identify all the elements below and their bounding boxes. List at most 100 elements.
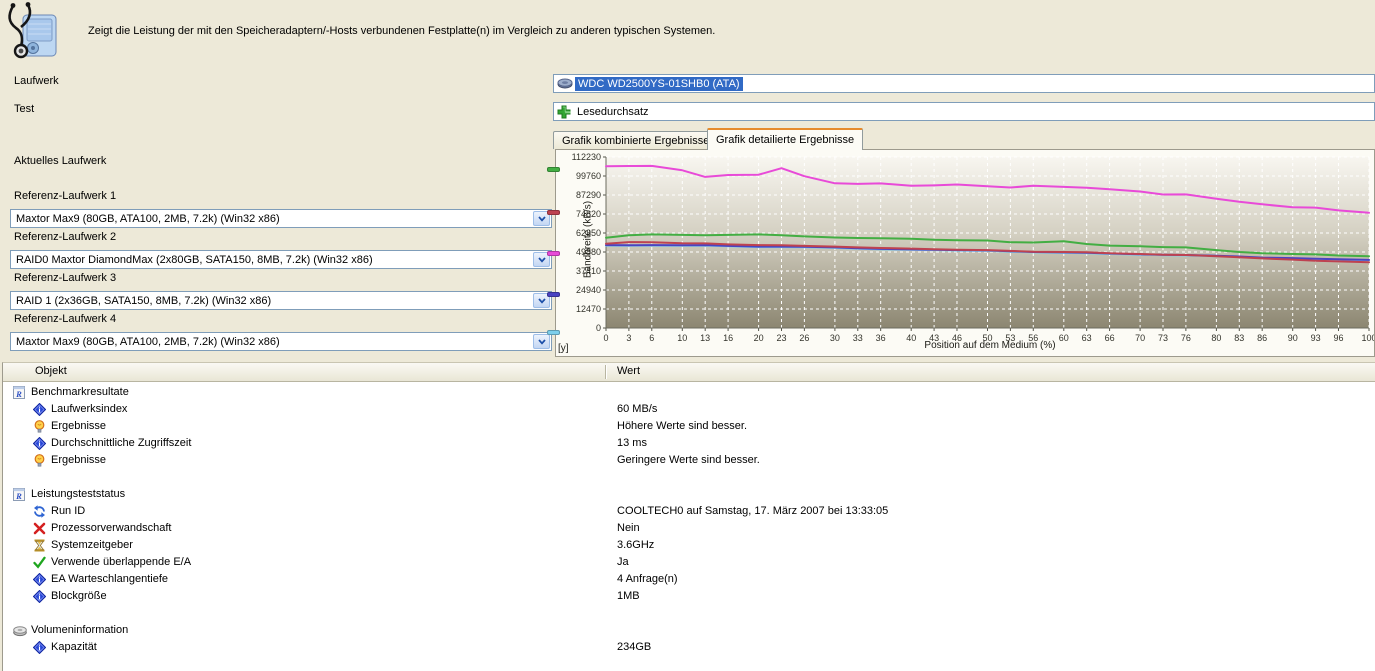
benchmark-icon: R (13, 488, 26, 501)
row-value: 234GB (617, 639, 651, 656)
referenz-4-combobox[interactable]: Maxtor Max9 (80GB, ATA100, 2MB, 7.2k) (W… (10, 332, 552, 351)
info-icon: i (33, 590, 46, 603)
hard-disk-icon (557, 77, 573, 90)
bulb-icon (33, 420, 46, 433)
table-row[interactable]: ErgebnisseHöhere Werte sind besser. (3, 418, 1375, 435)
referenz-2-value[interactable]: RAID0 Maxtor DiamondMax (2x80GB, SATA150… (14, 253, 375, 267)
referenz-3-combobox[interactable]: RAID 1 (2x36GB, SATA150, 8MB, 7.2k) (Win… (10, 291, 552, 310)
referenz-4-value[interactable]: Maxtor Max9 (80GB, ATA100, 2MB, 7.2k) (W… (14, 335, 282, 349)
results-table: Objekt Wert R Benchmarkresultate i Laufwerk… (2, 362, 1375, 671)
svg-text:93: 93 (1311, 333, 1321, 343)
row-label: Systemzeitgeber (51, 537, 133, 554)
x-axis-title: Position auf dem Medium (%) (760, 340, 1220, 351)
row-value: 60 MB/s (617, 401, 657, 418)
column-header-wert[interactable]: Wert (617, 365, 640, 377)
row-value: 4 Anfrage(n) (617, 571, 678, 588)
svg-text:R: R (15, 491, 22, 501)
row-value: Nein (617, 520, 640, 537)
table-row[interactable]: iEA Warteschlangentiefe4 Anfrage(n) (3, 571, 1375, 588)
row-value: 1MB (617, 588, 640, 605)
benchmark-icon: R (13, 386, 26, 399)
table-row[interactable]: i Durchschnittliche Zugriffszeit 13 ms (3, 435, 1375, 452)
hourglass-icon (33, 539, 46, 552)
svg-text:0: 0 (596, 323, 601, 333)
svg-text:16: 16 (723, 333, 733, 343)
throughput-chart-panel: 0124702494037410498806235074820872909976… (555, 149, 1375, 357)
test-combobox[interactable]: Lesedurchsatz (553, 102, 1375, 121)
column-header-objekt[interactable]: Objekt (35, 365, 67, 377)
row-label: Run ID (51, 503, 85, 520)
test-selected-value[interactable]: Lesedurchsatz (575, 105, 651, 119)
svg-text:90: 90 (1288, 333, 1298, 343)
y-axis-title: Bandbreite (kB/s) (583, 160, 594, 320)
table-spacer-row (3, 469, 1375, 486)
chart-legend (547, 149, 561, 355)
legend-marker-series-5 (547, 330, 560, 335)
row-label: Prozessorverwandschaft (51, 520, 171, 537)
svg-text:83: 83 (1234, 333, 1244, 343)
module-description: Zeigt die Leistung der mit den Speichera… (88, 25, 715, 37)
table-row[interactable]: iKapazität234GB (3, 639, 1375, 656)
row-label: Kapazität (51, 639, 97, 656)
throughput-chart: 0124702494037410498806235074820872909976… (556, 150, 1374, 356)
referenz-2-combobox[interactable]: RAID0 Maxtor DiamondMax (2x80GB, SATA150… (10, 250, 552, 269)
laufwerk-combobox[interactable]: WDC WD2500YS-01SHB0 (ATA) (553, 74, 1375, 93)
legend-marker-series-2 (547, 210, 560, 215)
row-label: Volumeninformation (31, 622, 128, 639)
row-label: Verwende überlappende E/A (51, 554, 191, 571)
referenz-1-label: Referenz-Laufwerk 1 (14, 190, 116, 202)
check-icon (33, 556, 46, 569)
laufwerk-selected-value[interactable]: WDC WD2500YS-01SHB0 (ATA) (575, 77, 743, 91)
svg-text:0: 0 (603, 333, 608, 343)
svg-text:100: 100 (1361, 333, 1374, 343)
table-row[interactable]: Prozessorverwandschaft Nein (3, 520, 1375, 537)
legend-marker-series-3 (547, 251, 560, 256)
table-row[interactable]: Verwende überlappende E/AJa (3, 554, 1375, 571)
table-row[interactable]: Systemzeitgeber 3.6GHz (3, 537, 1375, 554)
row-label: Durchschnittliche Zugriffszeit (51, 435, 191, 452)
table-row[interactable]: R Leistungsteststatus (3, 486, 1375, 503)
svg-text:3: 3 (626, 333, 631, 343)
table-row[interactable]: Run ID COOLTECH0 auf Samstag, 17. März 20… (3, 503, 1375, 520)
tab-grafik-detailierte-ergebnisse[interactable]: Grafik detailierte Ergebnisse (707, 128, 863, 150)
legend-marker-series-1 (547, 167, 560, 172)
laufwerk-label: Laufwerk (14, 75, 59, 87)
table-row[interactable]: i Laufwerksindex 60 MB/s (3, 401, 1375, 418)
row-value: COOLTECH0 auf Samstag, 17. März 2007 bei… (617, 503, 888, 520)
svg-text:96: 96 (1333, 333, 1343, 343)
row-label: Laufwerksindex (51, 401, 127, 418)
svg-text:13: 13 (700, 333, 710, 343)
cross-icon (33, 522, 46, 535)
row-value: 3.6GHz (617, 537, 654, 554)
referenz-1-combobox[interactable]: Maxtor Max9 (80GB, ATA100, 2MB, 7.2k) (W… (10, 209, 552, 228)
benchmark-app-window: { "header": { "description": "Zeigt die … (0, 0, 1375, 671)
svg-text:6: 6 (649, 333, 654, 343)
row-label: Leistungsteststatus (31, 486, 125, 503)
row-label: Ergebnisse (51, 452, 106, 469)
referenz-2-label: Referenz-Laufwerk 2 (14, 231, 116, 243)
results-table-body: R Benchmarkresultate i Laufwerksindex 60 MB/… (3, 384, 1375, 656)
row-label: Ergebnisse (51, 418, 106, 435)
info-icon: i (33, 437, 46, 450)
table-row[interactable]: Ergebnisse Geringere Werte sind besser. (3, 452, 1375, 469)
row-label: Benchmarkresultate (31, 384, 129, 401)
row-label: EA Warteschlangentiefe (51, 571, 168, 588)
row-value: Geringere Werte sind besser. (617, 452, 760, 469)
axis-corner-label: [y] (558, 343, 569, 354)
test-label: Test (14, 103, 34, 115)
table-row[interactable]: R Benchmarkresultate (3, 384, 1375, 401)
row-value: 13 ms (617, 435, 647, 452)
referenz-3-value[interactable]: RAID 1 (2x36GB, SATA150, 8MB, 7.2k) (Win… (14, 294, 273, 308)
tab-grafik-kombinierte-ergebnisse[interactable]: Grafik kombinierte Ergebnisse (553, 131, 718, 149)
plus-icon (557, 105, 573, 118)
column-divider[interactable] (605, 365, 606, 379)
referenz-1-value[interactable]: Maxtor Max9 (80GB, ATA100, 2MB, 7.2k) (W… (14, 212, 282, 226)
table-row[interactable]: iBlockgröße1MB (3, 588, 1375, 605)
aktuelles-laufwerk-label: Aktuelles Laufwerk (14, 155, 106, 167)
info-icon: i (33, 403, 46, 416)
disk-stethoscope-icon (4, 2, 60, 63)
run-icon (33, 505, 46, 518)
svg-text:10: 10 (677, 333, 687, 343)
table-row[interactable]: Volumeninformation (3, 622, 1375, 639)
table-spacer-row (3, 605, 1375, 622)
